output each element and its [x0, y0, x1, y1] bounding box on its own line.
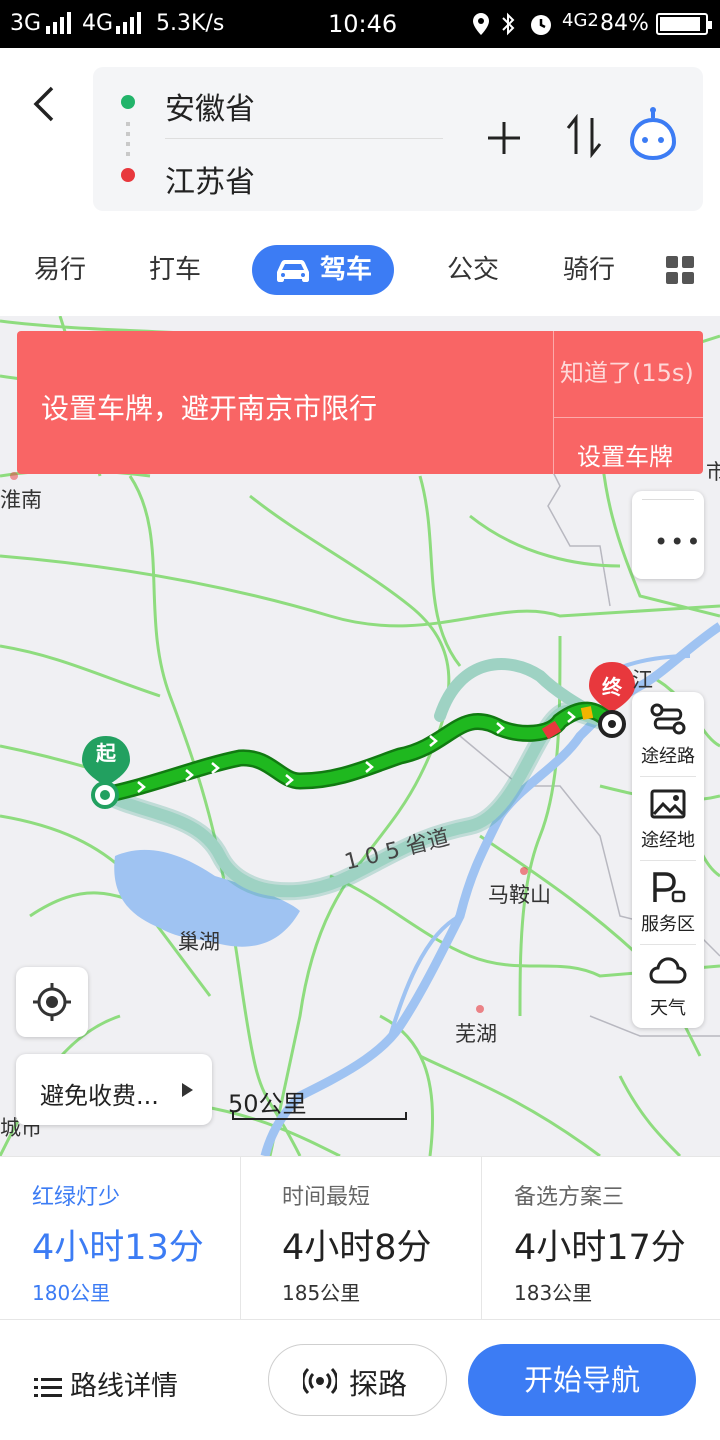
list-icon	[34, 1377, 62, 1397]
route-header: 安徽省 江苏省	[0, 48, 720, 223]
plan-title: 备选方案三	[514, 1185, 625, 1210]
plate-restriction-banner: 设置车牌，避开南京市限行 知道了(15s) 设置车牌	[17, 331, 703, 474]
map-view[interactable]: 淮南 蚌埠 巢湖 马鞍山 芜湖 市 江 城市 1 0 5 省道 起 终 设置车牌…	[0, 316, 720, 1156]
route-icon	[650, 703, 686, 735]
assistant-avatar-icon[interactable]	[626, 106, 680, 162]
map-label-jiang: 江	[632, 668, 653, 692]
signal-icon	[116, 12, 141, 34]
map-label-chaohu: 巢湖	[178, 930, 220, 954]
avoid-toll-button[interactable]: 避免收费...	[16, 1054, 212, 1125]
more-icon: •••	[654, 528, 703, 556]
via-road-label: 途经路	[641, 746, 695, 767]
signal-icon	[46, 12, 71, 34]
start-marker-label: 起	[96, 741, 116, 765]
map-label-huainan: 淮南	[0, 488, 42, 512]
bluetooth-icon	[502, 12, 515, 36]
route-plan-2[interactable]: 时间最短 4小时8分 185公里	[250, 1157, 490, 1320]
weather-button[interactable]: 天气	[632, 944, 704, 1028]
tab-cycling[interactable]: 骑行	[559, 245, 619, 295]
transport-tabs: 易行 打车 驾车 公交 骑行	[0, 223, 720, 316]
service-area-label: 服务区	[641, 914, 695, 935]
origin-dot	[121, 95, 135, 109]
destination-field[interactable]: 江苏省	[165, 157, 255, 201]
more-modes-icon[interactable]	[666, 256, 694, 284]
plan-title: 时间最短	[282, 1185, 371, 1210]
route-plan-3[interactable]: 备选方案三 4小时17分 183公里	[482, 1157, 720, 1320]
via-road-button[interactable]: 途经路	[632, 692, 704, 776]
cloud-icon	[649, 957, 687, 984]
tab-taxi[interactable]: 打车	[145, 245, 205, 295]
swap-direction-button[interactable]	[564, 114, 604, 158]
route-input-box: 安徽省 江苏省	[93, 67, 703, 211]
destination-dot	[121, 168, 135, 182]
tab-bus[interactable]: 公交	[443, 245, 503, 295]
divider	[240, 1157, 241, 1320]
caret-right-icon	[182, 1083, 193, 1097]
plan-title: 红绿灯少	[32, 1185, 121, 1210]
route-details-label: 路线详情	[70, 1371, 178, 1402]
route-connector	[126, 122, 130, 158]
route-plan-1[interactable]: 红绿灯少 4小时13分 180公里	[0, 1157, 240, 1320]
add-waypoint-button[interactable]	[486, 120, 522, 156]
service-area-icon	[653, 872, 686, 903]
tab-yixing[interactable]: 易行	[28, 245, 92, 295]
avoid-toll-label: 避免收费...	[40, 1082, 159, 1110]
network-type-4g2: 4G2	[562, 10, 599, 31]
map-scale-bar	[232, 1112, 407, 1120]
plan-duration: 4小时8分	[282, 1228, 432, 1268]
tab-drive[interactable]: 驾车	[252, 245, 394, 295]
map-label-shi: 市	[706, 460, 720, 484]
back-arrow-icon[interactable]	[30, 84, 60, 124]
network-speed: 5.3K/s	[156, 11, 225, 36]
locate-button[interactable]	[16, 967, 88, 1037]
tab-drive-label: 驾车	[319, 255, 372, 285]
route-details-button[interactable]: 路线详情	[34, 1364, 178, 1403]
more-options-button[interactable]: •••	[632, 491, 704, 579]
divider	[553, 331, 554, 474]
map-label-maanshan: 马鞍山	[488, 883, 551, 907]
map-label-wuhu: 芜湖	[455, 1022, 497, 1046]
battery-percent: 84%	[600, 11, 649, 36]
network-type-3g: 3G	[10, 11, 42, 36]
plan-duration: 4小时13分	[32, 1228, 204, 1268]
set-plate-button[interactable]: 设置车牌	[577, 437, 673, 472]
map-tools-panel: 途经路 途经地 服务区 天气	[632, 692, 704, 1028]
alarm-icon	[531, 15, 551, 35]
start-navigation-button[interactable]: 开始导航	[468, 1344, 696, 1416]
plan-distance: 183公里	[514, 1281, 593, 1305]
plan-distance: 180公里	[32, 1281, 111, 1305]
divider	[642, 499, 694, 500]
banner-message: 设置车牌，避开南京市限行	[41, 392, 378, 425]
explore-route-label: 探路	[349, 1367, 408, 1401]
clock: 10:46	[328, 10, 398, 38]
divider	[165, 138, 443, 139]
explore-route-button[interactable]: 探路	[268, 1344, 447, 1416]
end-marker-label: 终	[602, 675, 622, 699]
bottom-action-bar: 路线详情 探路 开始导航	[0, 1320, 720, 1440]
status-bar: 3G 4G 5.3K/s 10:46 4G2 84%	[0, 0, 720, 48]
battery-icon	[656, 13, 712, 35]
origin-field[interactable]: 安徽省	[165, 84, 255, 128]
divider	[554, 417, 703, 418]
car-icon	[276, 259, 309, 282]
plan-distance: 185公里	[282, 1281, 361, 1305]
via-place-label: 途经地	[641, 830, 695, 851]
route-plans: 红绿灯少 4小时13分 180公里 时间最短 4小时8分 185公里 备选方案三…	[0, 1156, 720, 1320]
weather-label: 天气	[650, 998, 686, 1019]
image-location-icon	[650, 789, 686, 819]
plan-duration: 4小时17分	[514, 1228, 686, 1268]
location-icon	[473, 13, 489, 35]
dismiss-banner-button[interactable]: 知道了(15s)	[560, 353, 694, 388]
radar-icon	[303, 1367, 337, 1395]
crosshair-icon	[33, 983, 71, 1021]
network-type-4g: 4G	[82, 11, 114, 36]
service-area-button[interactable]: 服务区	[632, 860, 704, 944]
via-place-button[interactable]: 途经地	[632, 776, 704, 860]
